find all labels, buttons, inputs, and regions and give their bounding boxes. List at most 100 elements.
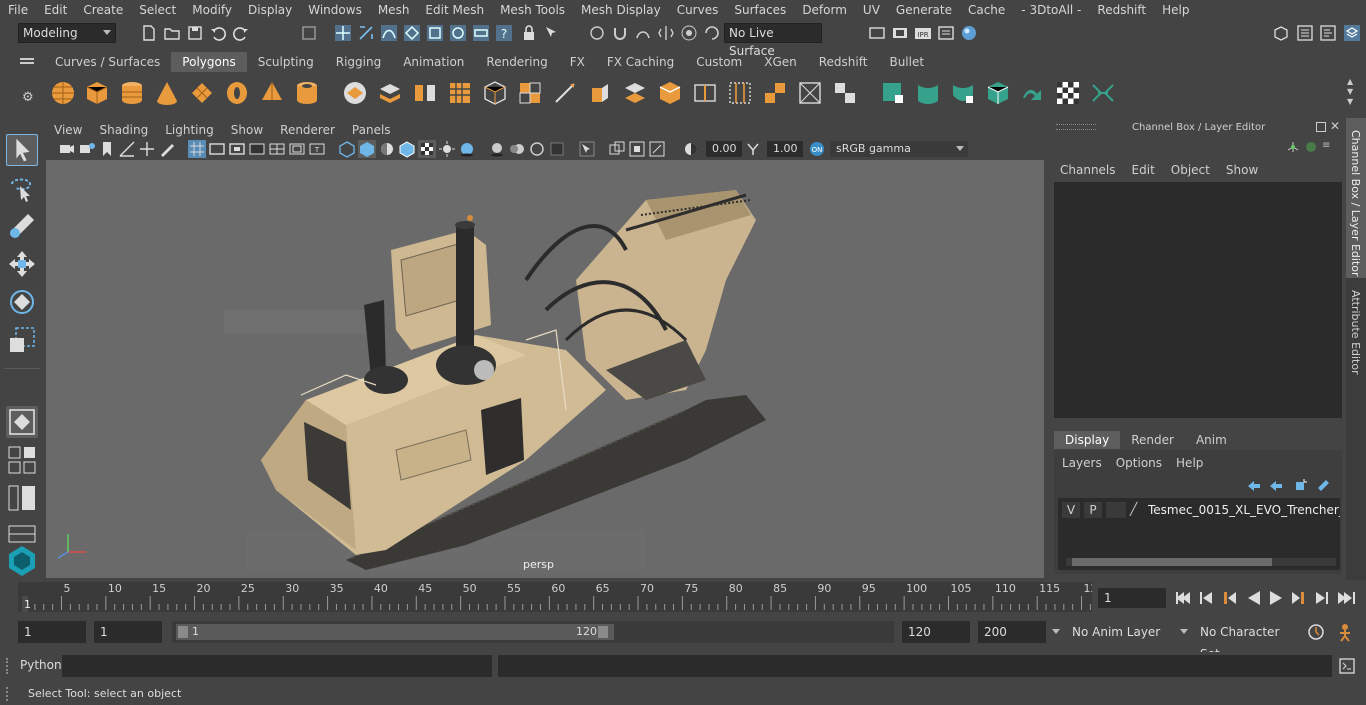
- current-frame-field[interactable]: 1: [1098, 588, 1166, 608]
- poly-cylinder-icon[interactable]: [119, 80, 145, 106]
- menu-curves[interactable]: Curves: [669, 3, 727, 17]
- smooth-icon[interactable]: [447, 80, 473, 106]
- gate-mask-icon[interactable]: [248, 140, 266, 158]
- smooth-shade-icon[interactable]: [358, 140, 376, 158]
- motion-blur-icon[interactable]: [508, 140, 526, 158]
- perspective-viewport[interactable]: persp: [46, 160, 1044, 578]
- range-slider-bar[interactable]: [176, 624, 614, 640]
- wireframe-on-shaded-icon[interactable]: [398, 140, 416, 158]
- bookmark-icon[interactable]: [98, 140, 116, 158]
- hypershade-icon[interactable]: [960, 24, 978, 42]
- single-pane-layout-icon[interactable]: [6, 406, 38, 438]
- four-pane-layout-icon[interactable]: [6, 444, 38, 476]
- exposure-icon[interactable]: [682, 140, 700, 158]
- move-tool-icon[interactable]: [6, 248, 38, 280]
- lock-icon[interactable]: [520, 24, 538, 42]
- panel-grip[interactable]: [1056, 124, 1096, 130]
- layer-type-toggle[interactable]: [1106, 502, 1126, 518]
- toggle-attribute-editor-icon[interactable]: [1296, 24, 1314, 42]
- outliner-layout-icon[interactable]: [6, 482, 38, 514]
- render-frame-icon[interactable]: [891, 24, 909, 42]
- mode-selector[interactable]: Modeling: [18, 23, 116, 43]
- snap-curve-icon[interactable]: [380, 24, 398, 42]
- layer-action-icons[interactable]: [1246, 478, 1332, 492]
- xray-components-icon[interactable]: [648, 140, 666, 158]
- target-weld-icon[interactable]: [797, 80, 823, 106]
- snap-point-icon[interactable]: [403, 24, 421, 42]
- menu-select[interactable]: Select: [131, 3, 184, 17]
- help-line-grip[interactable]: [6, 687, 10, 701]
- snap-grid-icon[interactable]: [426, 24, 444, 42]
- mirror-icon[interactable]: [517, 80, 543, 106]
- shelf-tab-animation[interactable]: Animation: [392, 52, 475, 72]
- poly-pyramid-icon[interactable]: [259, 80, 285, 106]
- viewport-menu-panels[interactable]: Panels: [344, 120, 400, 140]
- grid-toggle-icon[interactable]: [188, 140, 206, 158]
- time-slider[interactable]: 5 10 15 20 25 30 35 40 45 50 55 60 65 70 75 80 85 90 95 100…: [18, 582, 1092, 612]
- xray-icon[interactable]: [608, 140, 626, 158]
- color-space-selector[interactable]: sRGB gamma: [830, 141, 968, 157]
- menu-surfaces[interactable]: Surfaces: [726, 3, 794, 17]
- float-panel-icon[interactable]: [1316, 122, 1326, 132]
- poly-torus-icon[interactable]: [224, 80, 250, 106]
- exposure-field[interactable]: 0.00: [706, 141, 742, 157]
- layer-tab-render[interactable]: Render: [1120, 431, 1185, 449]
- redo-icon[interactable]: [232, 24, 250, 42]
- step-back-frame-icon[interactable]: [1224, 592, 1236, 604]
- snap-live-icon[interactable]: [634, 24, 652, 42]
- command-line-grip[interactable]: [6, 658, 10, 674]
- open-scene-icon[interactable]: [163, 24, 181, 42]
- safe-action-icon[interactable]: [288, 140, 306, 158]
- playback-start-field[interactable]: 1: [94, 621, 162, 643]
- render-view-icon[interactable]: [868, 24, 886, 42]
- menu-edit-mesh[interactable]: Edit Mesh: [417, 3, 492, 17]
- side-tab-attribute-editor[interactable]: Attribute Editor: [1346, 286, 1366, 386]
- menu-help[interactable]: Help: [1154, 3, 1197, 17]
- poly-cone-icon[interactable]: [154, 80, 180, 106]
- viewport-menu-show[interactable]: Show: [223, 120, 272, 140]
- uv-checker-icon[interactable]: [1055, 80, 1081, 106]
- extract-icon[interactable]: [412, 80, 438, 106]
- menu-uv[interactable]: UV: [855, 3, 888, 17]
- textured-icon[interactable]: [418, 140, 436, 158]
- use-all-lights-icon[interactable]: [438, 140, 456, 158]
- select-tool-icon[interactable]: [6, 134, 38, 166]
- poly-pipe-icon[interactable]: [294, 80, 320, 106]
- layer-row[interactable]: V P ╱ Tesmec_0015_XL_EVO_Trencher_New_: [1062, 502, 1340, 518]
- menu-create[interactable]: Create: [75, 3, 131, 17]
- camera-select-icon[interactable]: [58, 140, 76, 158]
- shelf-tab-rigging[interactable]: Rigging: [325, 52, 392, 72]
- live-surface-field[interactable]: No Live Surface: [724, 23, 822, 58]
- snap-together-icon[interactable]: [588, 24, 606, 42]
- menu-mesh-tools[interactable]: Mesh Tools: [492, 3, 573, 17]
- 3dtoall-logo-icon[interactable]: [6, 544, 38, 576]
- select-lock-icon[interactable]: [543, 24, 561, 42]
- layer-menu-options[interactable]: Options: [1116, 456, 1176, 470]
- bevel-icon[interactable]: [657, 80, 683, 106]
- list-view-icon[interactable]: ≡: [1322, 140, 1336, 152]
- play-forward-icon[interactable]: [1270, 591, 1282, 605]
- shelf-menu-icon[interactable]: [20, 56, 34, 68]
- snap-surface-icon[interactable]: [449, 24, 467, 42]
- menu-file[interactable]: File: [0, 3, 36, 17]
- command-input[interactable]: [62, 655, 492, 677]
- paint-select-tool-icon[interactable]: [6, 210, 38, 242]
- menu-mesh-display[interactable]: Mesh Display: [573, 3, 669, 17]
- snap-view-plane-icon[interactable]: [472, 24, 490, 42]
- insert-edge-loop-icon[interactable]: [692, 80, 718, 106]
- merge-icon[interactable]: [832, 80, 858, 106]
- bridge-icon[interactable]: [622, 80, 648, 106]
- viewport-menu-renderer[interactable]: Renderer: [272, 120, 344, 140]
- menu-cache[interactable]: Cache: [960, 3, 1013, 17]
- select-by-object-icon[interactable]: [357, 24, 375, 42]
- start-time-field[interactable]: 1: [18, 621, 86, 643]
- reduce-icon[interactable]: [482, 80, 508, 106]
- side-tab-channel-box[interactable]: Channel Box / Layer Editor: [1346, 118, 1366, 278]
- select-by-component-icon[interactable]: [334, 24, 352, 42]
- channel-menu-edit[interactable]: Edit: [1132, 163, 1171, 177]
- step-forward-frame-icon[interactable]: [1292, 592, 1304, 604]
- soft-select-icon[interactable]: [680, 24, 698, 42]
- uv-planar-icon[interactable]: [880, 80, 906, 106]
- menu-windows[interactable]: Windows: [300, 3, 370, 17]
- film-gate-icon[interactable]: [208, 140, 226, 158]
